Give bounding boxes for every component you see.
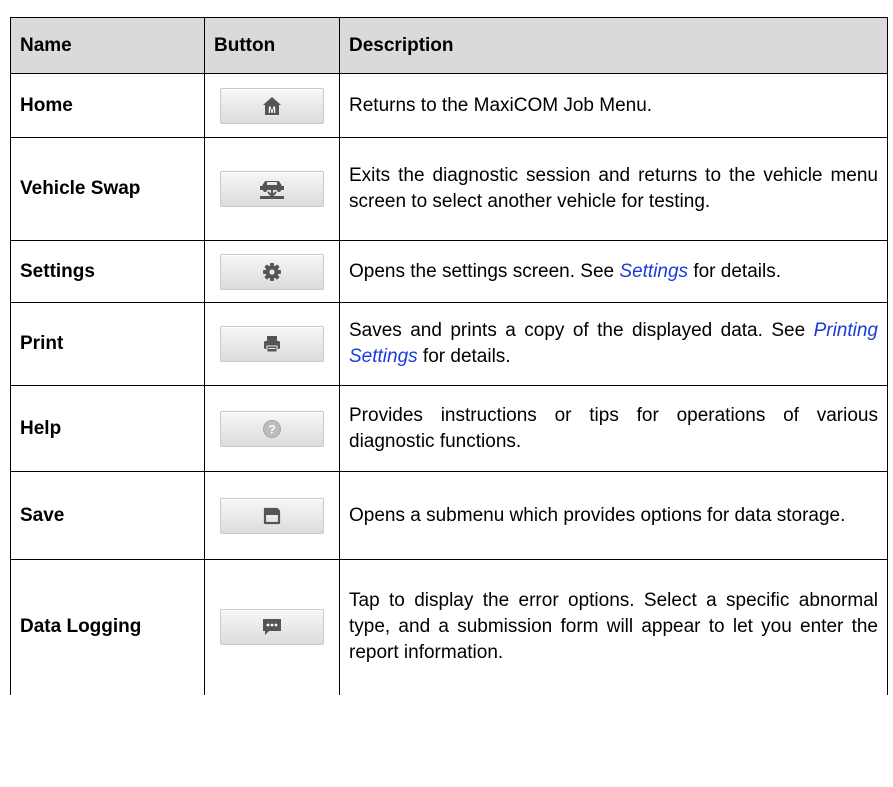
vehicle-swap-icon <box>260 181 284 199</box>
header-description: Description <box>339 17 888 74</box>
row-description: Opens a submenu which provides options f… <box>339 471 888 560</box>
row-name: Save <box>10 471 205 560</box>
toolbar-buttons-table: Name Button Description Home M Returns t… <box>10 17 888 695</box>
home-icon-letter: M <box>268 105 276 115</box>
row-name: Print <box>10 302 205 386</box>
row-description: Returns to the MaxiCOM Job Menu. <box>339 73 888 138</box>
row-name: Home <box>10 73 205 138</box>
table-row: Data Logging Tap to display the error op… <box>10 559 888 695</box>
printer-icon <box>264 336 280 353</box>
row-description: Exits the diagnostic session and returns… <box>339 137 888 241</box>
table-row: Save Opens a submenu which provides opti… <box>10 471 888 560</box>
svg-text:?: ? <box>268 422 275 436</box>
row-name: Data Logging <box>10 559 205 695</box>
save-icon <box>263 507 281 524</box>
help-icon: ? <box>263 419 281 438</box>
header-button: Button <box>204 17 340 74</box>
table-row: Vehicle Swap Exits the diagnostic sessio… <box>10 137 888 241</box>
row-description: Provides instructions or tips for operat… <box>339 385 888 472</box>
row-name: Help <box>10 385 205 472</box>
home-icon: M <box>263 96 281 115</box>
row-name: Vehicle Swap <box>10 137 205 241</box>
table-row: Home M Returns to the MaxiCOM Job Menu. <box>10 73 888 138</box>
row-name: Settings <box>10 240 205 303</box>
row-description: Tap to display the error options. Select… <box>339 559 888 695</box>
gear-icon <box>263 262 281 281</box>
vehicle-swap-button[interactable] <box>220 171 324 207</box>
row-description: Opens the settings screen. See Settings … <box>339 240 888 303</box>
settings-button[interactable] <box>220 253 324 290</box>
home-button[interactable]: M <box>220 87 324 124</box>
header-name: Name <box>10 17 205 74</box>
table-row: Help ? Provides instructions or tips for… <box>10 385 888 472</box>
print-button[interactable] <box>220 326 324 362</box>
row-description: Saves and prints a copy of the displayed… <box>339 302 888 386</box>
help-button[interactable]: ? <box>220 410 324 447</box>
save-button[interactable] <box>220 497 324 534</box>
table-header-row: Name Button Description <box>10 17 888 74</box>
table-row: Print Saves and prints a copy of the dis… <box>10 302 888 386</box>
data-logging-button[interactable] <box>220 609 324 646</box>
table-row: Settings Opens the settings screen. See … <box>10 240 888 303</box>
data-logging-icon <box>263 619 281 636</box>
settings-link[interactable]: Settings <box>619 261 688 282</box>
